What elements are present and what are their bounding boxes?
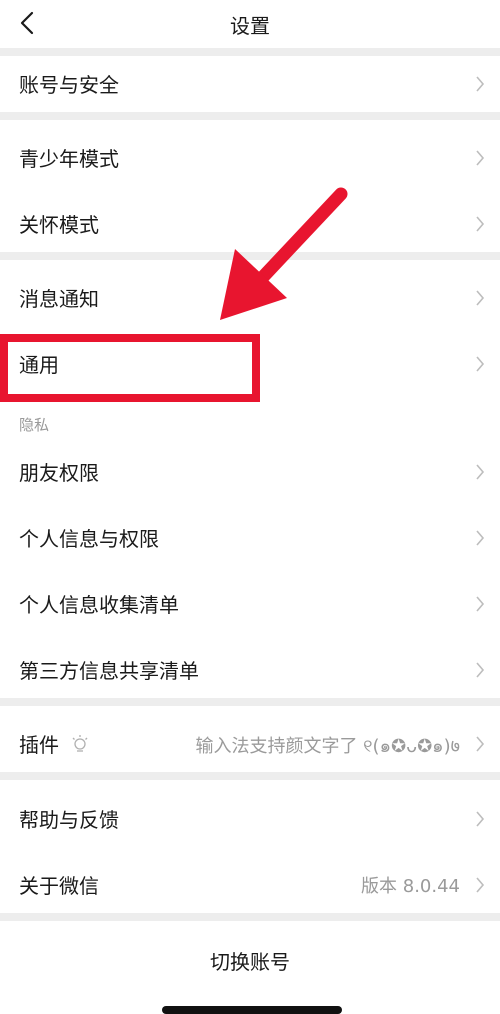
switch-account-button[interactable]: 切换账号 bbox=[0, 930, 500, 990]
section-header-privacy: 隐私 bbox=[0, 410, 500, 440]
lightbulb-icon bbox=[72, 735, 88, 752]
settings-item-help-feedback[interactable]: 帮助与反馈 bbox=[0, 791, 500, 847]
settings-item-label: 个人信息与权限 bbox=[19, 527, 159, 551]
settings-item-third-party-sharing[interactable]: 第三方信息共享清单 bbox=[0, 642, 500, 698]
chevron-right-icon bbox=[476, 662, 485, 678]
settings-item-care-mode[interactable]: 关怀模式 bbox=[0, 196, 500, 252]
chevron-right-icon bbox=[476, 530, 485, 546]
settings-item-about-wechat[interactable]: 关于微信 版本 8.0.44 bbox=[0, 857, 500, 913]
settings-item-label: 个人信息收集清单 bbox=[19, 593, 179, 617]
settings-item-notifications[interactable]: 消息通知 bbox=[0, 270, 500, 326]
chevron-right-icon bbox=[476, 290, 485, 306]
separator bbox=[0, 48, 500, 56]
settings-item-label: 关怀模式 bbox=[19, 213, 99, 237]
chevron-right-icon bbox=[476, 150, 485, 166]
chevron-right-icon bbox=[476, 596, 485, 612]
chevron-right-icon bbox=[476, 811, 485, 827]
separator bbox=[0, 252, 500, 260]
settings-item-account[interactable]: 账号与安全 bbox=[0, 56, 500, 112]
settings-item-label: 消息通知 bbox=[19, 287, 99, 311]
settings-item-teen-mode[interactable]: 青少年模式 bbox=[0, 130, 500, 186]
settings-item-label: 青少年模式 bbox=[19, 147, 119, 171]
settings-item-label: 关于微信 bbox=[19, 874, 99, 898]
section-header-label: 隐私 bbox=[19, 416, 50, 434]
settings-item-personal-info[interactable]: 个人信息与权限 bbox=[0, 510, 500, 566]
plugin-hint-text: 输入法支持颜文字了 ୧(๑✪ᴗ✪๑)७ bbox=[195, 736, 460, 757]
chevron-right-icon bbox=[476, 216, 485, 232]
nav-bar: 设置 bbox=[0, 0, 500, 48]
separator bbox=[0, 112, 500, 120]
chevron-right-icon bbox=[476, 356, 485, 372]
settings-item-label: 账号与安全 bbox=[19, 73, 119, 97]
settings-item-label: 朋友权限 bbox=[19, 461, 99, 485]
switch-account-label: 切换账号 bbox=[210, 950, 290, 974]
separator bbox=[0, 913, 500, 921]
settings-item-plugins[interactable]: 插件 输入法支持颜文字了 ୧(๑✪ᴗ✪๑)७ bbox=[0, 716, 500, 772]
chevron-right-icon bbox=[476, 76, 485, 92]
separator bbox=[0, 698, 500, 706]
version-text: 版本 8.0.44 bbox=[361, 876, 460, 897]
settings-item-label: 第三方信息共享清单 bbox=[19, 659, 199, 683]
separator bbox=[0, 772, 500, 780]
chevron-right-icon bbox=[476, 877, 485, 893]
home-indicator bbox=[162, 1006, 342, 1014]
settings-item-label: 帮助与反馈 bbox=[19, 808, 119, 832]
chevron-right-icon bbox=[476, 736, 485, 752]
chevron-right-icon bbox=[476, 464, 485, 480]
settings-item-friend-permissions[interactable]: 朋友权限 bbox=[0, 444, 500, 500]
highlight-box bbox=[0, 334, 260, 402]
page-title: 设置 bbox=[230, 14, 270, 38]
settings-item-info-collection[interactable]: 个人信息收集清单 bbox=[0, 576, 500, 632]
settings-item-label: 插件 bbox=[19, 733, 59, 757]
